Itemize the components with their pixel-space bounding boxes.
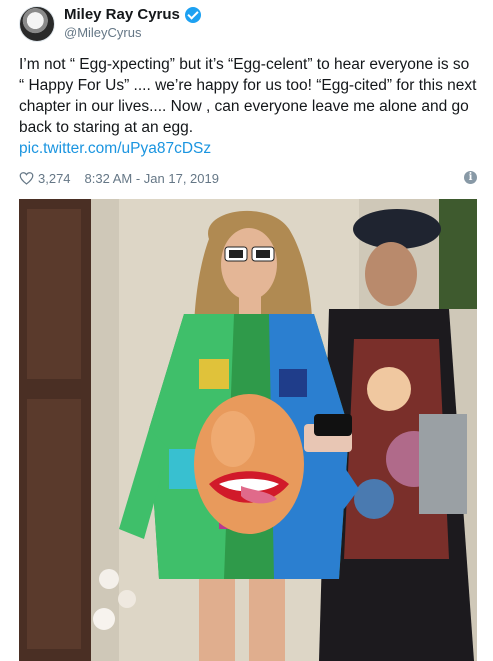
photo-illustration — [19, 199, 477, 661]
like-count[interactable]: 3,274 — [38, 171, 71, 186]
author-names: Miley Ray Cyrus @MileyCyrus — [64, 6, 201, 42]
media-link[interactable]: pic.twitter.com/uPya87cDSz — [19, 138, 477, 159]
heart-icon[interactable] — [19, 171, 34, 185]
author-link[interactable]: Miley Ray Cyrus — [64, 6, 201, 24]
timestamp[interactable]: 8:32 AM - Jan 17, 2019 — [85, 171, 219, 186]
tweet-photo[interactable] — [19, 199, 477, 661]
avatar[interactable] — [19, 6, 55, 42]
tweet-meta: 3,274 8:32 AM - Jan 17, 2019 i — [19, 168, 477, 188]
handle[interactable]: @MileyCyrus — [64, 24, 201, 42]
info-icon[interactable]: i — [464, 171, 477, 184]
display-name[interactable]: Miley Ray Cyrus — [64, 6, 180, 24]
tweet-body: I’m not “ Egg-xpecting” but it’s “Egg-ce… — [19, 54, 477, 159]
tweet-text: I’m not “ Egg-xpecting” but it’s “Egg-ce… — [19, 56, 477, 136]
tweet-header: Miley Ray Cyrus @MileyCyrus — [19, 4, 201, 44]
verified-badge-icon — [184, 7, 201, 23]
